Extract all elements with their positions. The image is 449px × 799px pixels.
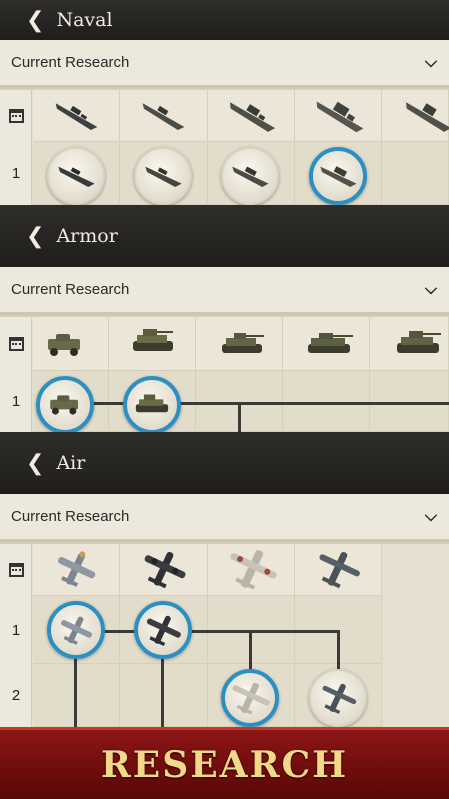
section-title: Armor <box>56 225 118 247</box>
ship-icon[interactable] <box>50 98 102 134</box>
chevron-down-icon: ⌵ <box>424 53 437 71</box>
naval-tech-grid: 1 <box>0 90 449 205</box>
chevron-left-icon: ❮ <box>26 223 45 249</box>
unit-node-armored-car[interactable] <box>36 376 94 432</box>
tank-icon[interactable] <box>217 329 267 359</box>
bomber-plane-icon[interactable] <box>140 548 188 590</box>
dropdown-label: Current Research <box>11 54 130 71</box>
unit-node-fighter[interactable] <box>47 601 105 659</box>
research-button[interactable]: RESEARCH <box>0 727 449 799</box>
tree-connector <box>337 630 340 670</box>
chevron-down-icon: ⌵ <box>424 507 437 525</box>
row-label: 1 <box>11 621 21 639</box>
chevron-left-icon: ❮ <box>26 450 45 476</box>
patrol-plane-icon[interactable] <box>314 548 362 590</box>
unit-node-cruiser[interactable] <box>134 147 192 205</box>
unit-node-carrier[interactable] <box>309 147 367 205</box>
section-header-armor[interactable]: ❮ Armor <box>0 205 449 267</box>
current-research-dropdown[interactable]: Current Research ⌵ <box>0 40 449 86</box>
section-title: Air <box>56 452 86 474</box>
unit-node-destroyer[interactable] <box>47 147 105 205</box>
armor-tech-grid: 1 <box>0 317 449 432</box>
unit-node-light-tank[interactable] <box>123 376 181 432</box>
calendar-icon <box>0 90 32 142</box>
tree-connector <box>76 630 340 633</box>
tree-connector <box>249 630 252 670</box>
unit-node-bomber[interactable] <box>134 601 192 659</box>
ship-icon[interactable] <box>224 96 280 136</box>
calendar-icon <box>0 544 32 596</box>
tree-connector <box>238 402 241 432</box>
armored-car-icon[interactable] <box>42 331 88 359</box>
unit-node-patrol-plane[interactable] <box>309 669 367 727</box>
unit-node-battleship[interactable] <box>221 147 279 205</box>
research-button-label: RESEARCH <box>100 743 349 786</box>
row-label: 1 <box>11 165 21 182</box>
row-label: 1 <box>11 393 21 410</box>
air-tech-grid: 1 2 <box>0 544 449 727</box>
current-research-dropdown[interactable]: Current Research ⌵ <box>0 494 449 540</box>
section-header-air[interactable]: ❮ Air <box>0 432 449 494</box>
section-header-naval[interactable]: ❮ Naval <box>0 0 449 40</box>
chevron-down-icon: ⌵ <box>424 280 437 298</box>
fighter-plane-icon[interactable] <box>52 548 100 590</box>
chevron-left-icon: ❮ <box>26 7 45 33</box>
current-research-dropdown[interactable]: Current Research ⌵ <box>0 267 449 313</box>
unit-node-heavy-bomber[interactable] <box>221 669 279 727</box>
heavy-bomber-icon[interactable] <box>226 547 278 591</box>
dropdown-label: Current Research <box>11 281 130 298</box>
ship-icon[interactable] <box>311 94 369 136</box>
section-title: Naval <box>56 9 113 31</box>
tank-icon[interactable] <box>392 327 444 359</box>
row-label: 2 <box>11 687 21 704</box>
tank-icon[interactable] <box>127 325 179 359</box>
ship-icon[interactable] <box>400 96 449 136</box>
dropdown-label: Current Research <box>11 508 130 525</box>
calendar-icon <box>0 317 32 371</box>
tank-icon[interactable] <box>303 329 355 359</box>
ship-icon[interactable] <box>137 98 189 134</box>
